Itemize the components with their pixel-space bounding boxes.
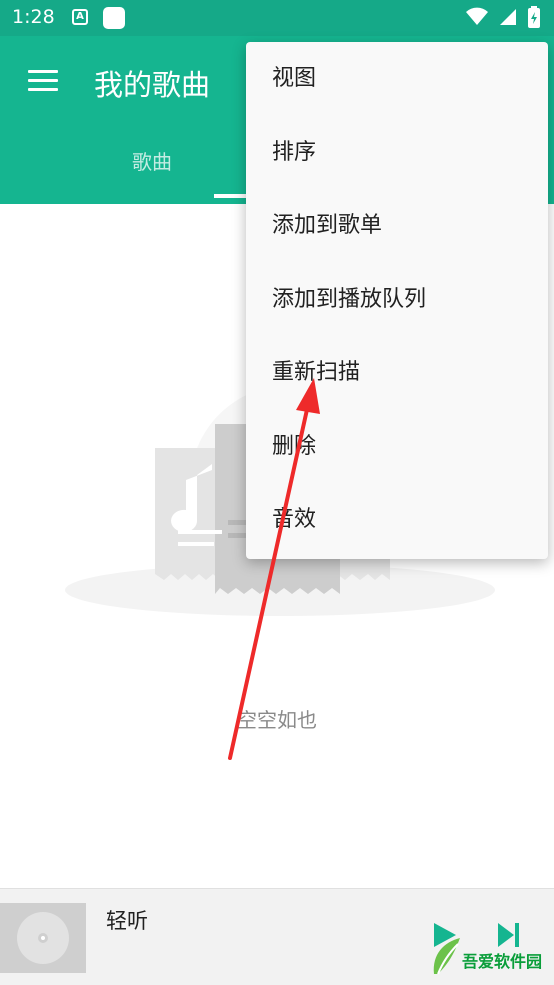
watermark-logo-icon: [433, 938, 460, 975]
status-bar: 1:28 A: [0, 0, 554, 36]
overflow-menu: 视图 排序 添加到歌单 添加到播放队列 重新扫描 删除 音效: [246, 42, 548, 559]
menu-item-delete[interactable]: 删除: [246, 410, 548, 484]
menu-item-add-to-queue[interactable]: 添加到播放队列: [246, 263, 548, 337]
status-icons: [466, 6, 540, 28]
watermark: 吾爱软件园: [430, 920, 554, 984]
menu-item-view[interactable]: 视图: [246, 42, 548, 116]
signal-icon: [500, 9, 516, 25]
menu-item-rescan[interactable]: 重新扫描: [246, 336, 548, 410]
menu-item-sound-effects[interactable]: 音效: [246, 483, 548, 557]
notification-square-icon: [103, 7, 125, 29]
wifi-icon: [466, 7, 488, 25]
watermark-text: 吾爱软件园: [462, 952, 543, 971]
menu-item-add-to-playlist[interactable]: 添加到歌单: [246, 189, 548, 263]
notification-a-icon: A: [72, 9, 88, 25]
menu-item-sort[interactable]: 排序: [246, 116, 548, 190]
menu-hamburger-icon[interactable]: [28, 70, 58, 92]
album-art[interactable]: [0, 903, 86, 973]
disc-icon: [17, 912, 69, 964]
battery-icon: [528, 6, 540, 28]
player-track-title: 轻听: [106, 909, 148, 933]
empty-state-text: 空空如也: [237, 708, 317, 732]
status-time: 1:28: [12, 6, 55, 28]
tab-songs[interactable]: 歌曲: [132, 146, 172, 175]
page-title: 我的歌曲: [94, 68, 211, 102]
